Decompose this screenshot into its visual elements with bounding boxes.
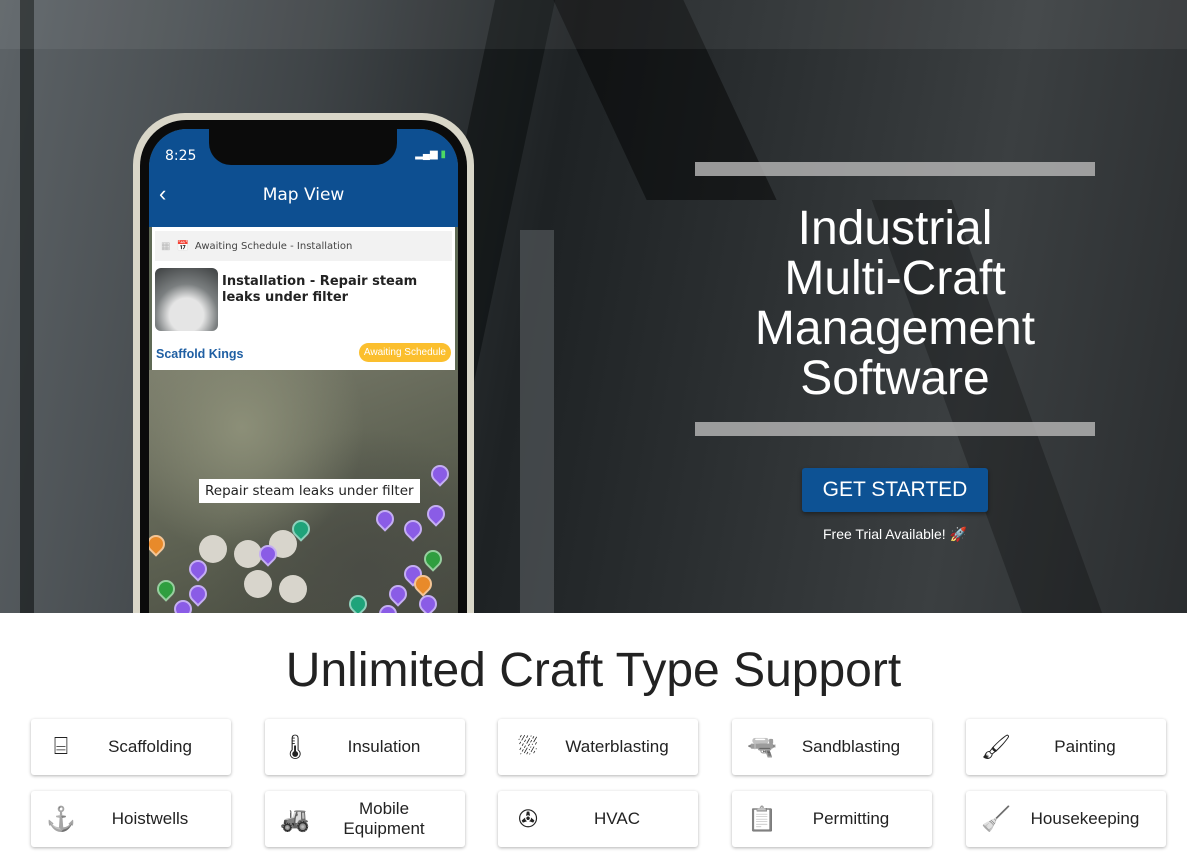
craft-card-permitting[interactable]: 📋 Permitting (732, 791, 932, 847)
spray-gun-icon: 🔫 (747, 733, 777, 761)
map-pin (372, 506, 398, 532)
craft-label: Mobile Equipment (343, 799, 425, 838)
craft-card-scaffolding[interactable]: ⌸ Scaffolding (31, 719, 231, 775)
spray-icon: ⛆ (518, 733, 538, 760)
company-name: Scaffold Kings (156, 347, 244, 361)
map-pin (149, 531, 169, 557)
scaffold-icon: ⌸ (53, 733, 69, 760)
craft-label: Scaffolding (108, 737, 192, 756)
top-nav-bar (0, 0, 1187, 49)
map-pin (423, 501, 449, 527)
craft-card-painting[interactable]: 🖌 Painting (966, 719, 1166, 775)
map-pin (400, 516, 426, 542)
nav-title: Map View (262, 185, 345, 205)
map-pin (420, 546, 446, 572)
battery-icon: ▂▄▆ ▮ (415, 149, 446, 160)
section-heading: Unlimited Craft Type Support (285, 644, 902, 697)
fan-icon: ✇ (517, 805, 539, 833)
thermometer-fire-icon: 🌡 (279, 733, 311, 761)
hero-content: Industrial Multi-Craft Management Softwa… (695, 162, 1095, 543)
craft-label: Housekeeping (1030, 809, 1140, 828)
loader-icon: 🚜 (280, 805, 310, 833)
craft-label: Painting (1054, 737, 1116, 756)
free-trial-text: Free Trial Available! 🚀 (822, 526, 967, 542)
craft-card-insulation[interactable]: 🌡 Insulation (265, 719, 465, 775)
map-pin (153, 576, 179, 602)
craft-label: Waterblasting (565, 737, 669, 756)
job-card: ▦ 📅 Awaiting Schedule - Installation Insta… (152, 227, 455, 370)
clipboard-icon: 📋 (747, 805, 777, 833)
scaffold-icon: ▦ (161, 240, 171, 252)
craft-label: Sandblasting (801, 737, 901, 756)
divider (695, 162, 1095, 176)
divider (695, 422, 1095, 436)
craft-label: Hoistwells (111, 809, 189, 828)
job-status: Awaiting Schedule - Installation (194, 240, 353, 252)
craft-card-hvac[interactable]: ✇ HVAC (498, 791, 698, 847)
hero-section: 8:25 ▂▄▆ ▮ ‹ Map View ▦ 📅 Awaiting Schedul… (0, 0, 1187, 613)
craft-card-waterblasting[interactable]: ⛆ Waterblasting (498, 719, 698, 775)
status-time: 8:25 (165, 148, 197, 164)
job-title: Installation - Repair steam leaks under … (222, 274, 418, 305)
craft-card-mobile-equipment[interactable]: 🚜 Mobile Equipment (265, 791, 465, 847)
broom-icon: 🧹 (981, 805, 1011, 833)
satellite-map: Repair steam leaks under filter (149, 370, 458, 613)
hook-icon: ⚓ (46, 805, 76, 833)
craft-card-housekeeping[interactable]: 🧹 Housekeeping (966, 791, 1166, 847)
craft-card-sandblasting[interactable]: 🔫 Sandblasting (732, 719, 932, 775)
calendar-icon: 📅 (176, 240, 189, 252)
craft-label: HVAC (594, 809, 640, 828)
map-pin (385, 581, 411, 607)
paint-brush-icon: 🖌 (980, 733, 1012, 761)
status-badge: Awaiting Schedule (358, 343, 451, 362)
map-pin (345, 591, 371, 613)
get-started-button[interactable]: GET STARTED (801, 468, 989, 512)
craft-label: Insulation (347, 737, 421, 756)
job-thumbnail (155, 268, 218, 331)
craft-label: Permitting (812, 809, 890, 828)
map-tooltip: Repair steam leaks under filter (199, 479, 420, 503)
craft-card-hoistwells[interactable]: ⚓ Hoistwells (31, 791, 231, 847)
map-pin (415, 591, 441, 613)
map-pin (427, 461, 453, 487)
hero-title: Industrial Multi-Craft Management Softwa… (754, 202, 1036, 405)
phone-mockup: 8:25 ▂▄▆ ▮ ‹ Map View ▦ 📅 Awaiting Schedul… (133, 113, 474, 613)
